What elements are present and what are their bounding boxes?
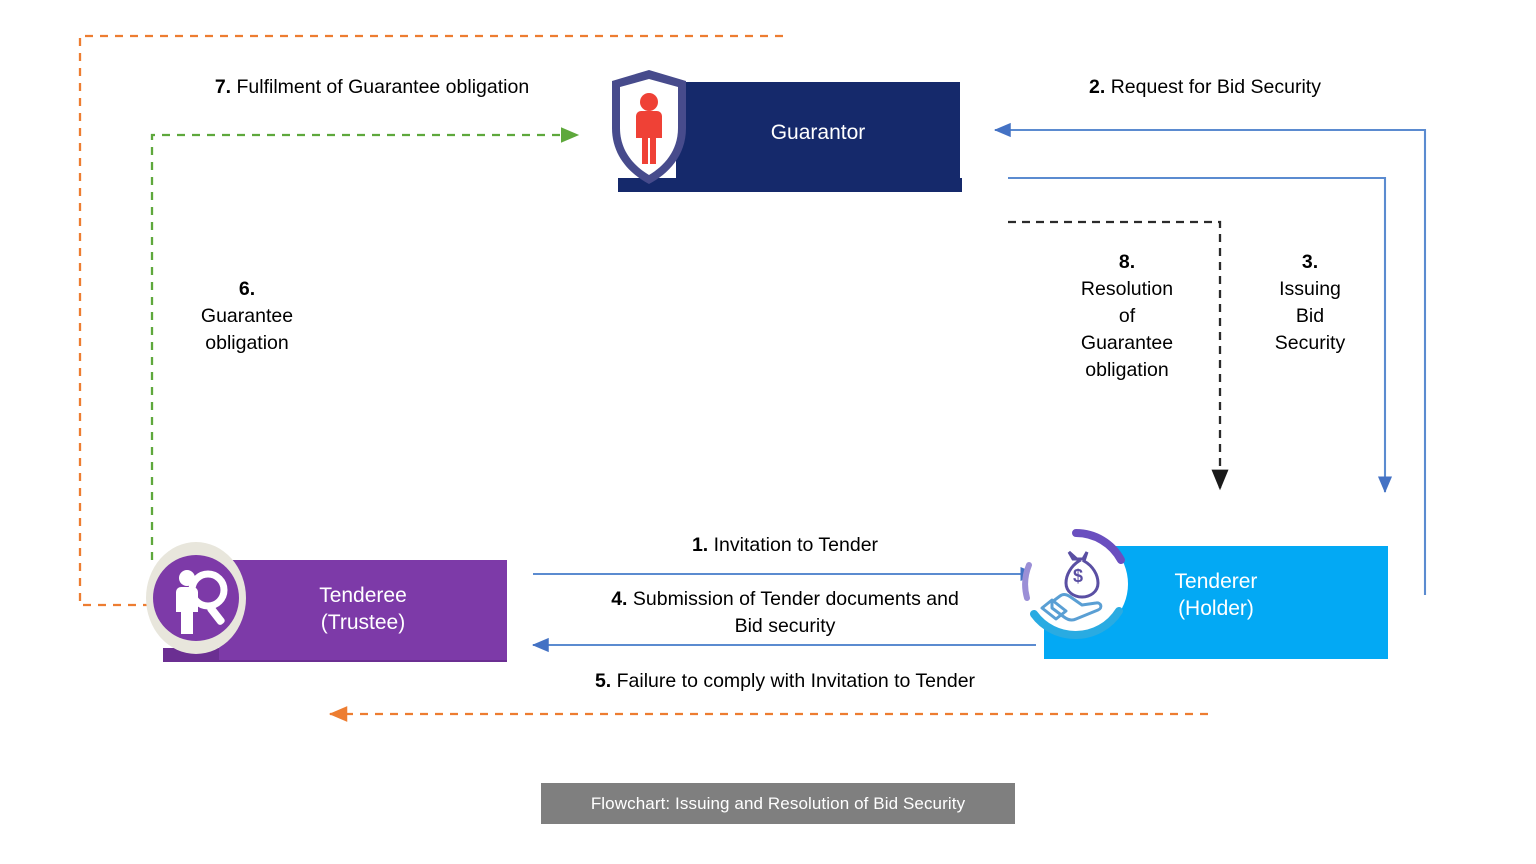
label-step-7-num: 7. <box>214 76 232 98</box>
label-step-3-line2: Bid <box>1295 304 1325 327</box>
label-step-8: 8. Resolution of Guarantee obligation <box>1046 249 1208 384</box>
person-magnifier-icon <box>146 542 246 654</box>
label-step-7-text: Fulfilment of Guarantee obligation <box>231 76 530 98</box>
tenderer-base-bar <box>1044 645 1388 659</box>
label-step-4-num: 4. <box>611 588 628 610</box>
label-step-5: 5. Failure to comply with Invitation to … <box>534 668 1036 695</box>
tenderer-label-line1: Tenderer <box>1174 570 1258 594</box>
label-step-8-line1: Resolution <box>1080 277 1174 300</box>
label-step-8-line2: of <box>1118 304 1136 327</box>
tenderee-label-line2: (Trustee) <box>320 611 406 634</box>
tenderer-label-line2: (Holder) <box>1178 597 1254 620</box>
label-step-6-line1: Guarantee <box>200 304 294 327</box>
guarantor-box[interactable]: Guarantor <box>676 82 960 185</box>
label-step-1-num: 1. <box>691 534 709 556</box>
label-step-5-text: Failure to comply with Invitation to Ten… <box>611 670 976 692</box>
tenderee-box[interactable]: Tenderee (Trustee) <box>219 560 507 660</box>
label-step-8-num: 8. <box>1118 251 1136 273</box>
shield-person-icon <box>606 66 692 188</box>
label-step-2: 2. Request for Bid Security <box>1060 74 1350 101</box>
guarantor-label: Guarantor <box>770 121 866 145</box>
label-step-2-num: 2. <box>1089 76 1106 98</box>
label-step-1-text: Invitation to Tender <box>708 534 879 556</box>
tenderee-label-line1: Tenderee <box>319 584 407 608</box>
label-step-1: 1. Invitation to Tender <box>534 532 1036 559</box>
label-step-5-num: 5. <box>594 670 612 692</box>
figure-caption: Flowchart: Issuing and Resolution of Bid… <box>541 783 1015 824</box>
label-step-4: 4. Submission of Tender documents and Bi… <box>534 586 1036 640</box>
label-step-6-line2: obligation <box>205 331 289 354</box>
hand-money-bag-icon: $ <box>1022 528 1130 640</box>
label-step-3-line3: Security <box>1274 331 1346 354</box>
label-step-3-line1: Issuing <box>1279 277 1341 300</box>
label-step-6: 6. Guarantee obligation <box>162 276 332 357</box>
label-step-3: 3. Issuing Bid Security <box>1242 249 1378 357</box>
label-step-3-num: 3. <box>1301 251 1319 273</box>
label-step-4-line2: Bid security <box>734 614 836 637</box>
label-step-7: 7. Fulfilment of Guarantee obligation <box>186 74 558 101</box>
figure-caption-text: Flowchart: Issuing and Resolution of Bid… <box>590 793 966 813</box>
label-step-2-text: Request for Bid Security <box>1105 76 1321 98</box>
label-step-8-line4: obligation <box>1085 358 1169 381</box>
label-step-4-line1: Submission of Tender documents and <box>627 588 959 610</box>
flowchart-canvas: Guarantor Tenderee (Trustee) Tenderer (H… <box>0 0 1536 864</box>
label-step-8-line3: Guarantee <box>1080 331 1174 354</box>
svg-text:$: $ <box>1073 566 1083 586</box>
label-step-6-num: 6. <box>238 278 256 300</box>
